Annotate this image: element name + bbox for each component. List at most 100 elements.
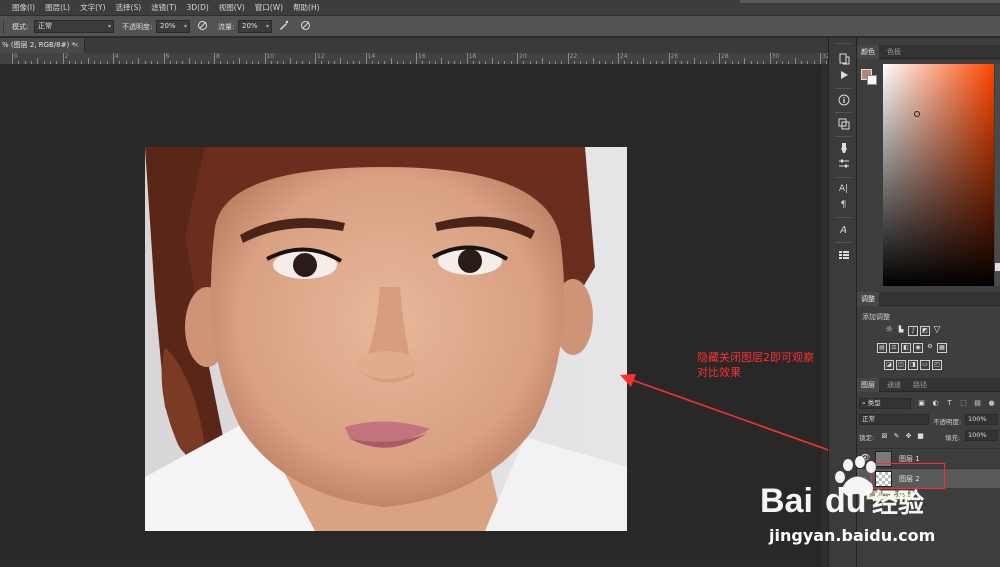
history-icon[interactable] bbox=[837, 53, 850, 66]
color-picker-circle[interactable] bbox=[914, 111, 920, 117]
flow-input[interactable]: 20% ▾ bbox=[238, 20, 272, 33]
gradient-map-icon[interactable]: ▭ bbox=[920, 360, 930, 370]
background-color-swatch[interactable] bbox=[867, 75, 877, 85]
black-white-icon[interactable]: ◧ bbox=[901, 343, 911, 353]
ruler-tick bbox=[214, 53, 215, 64]
filter-toggle-icon[interactable]: ● bbox=[988, 400, 995, 407]
watermark-brand: Bai bbox=[760, 482, 813, 520]
lock-transparent-icon[interactable]: ⊠ bbox=[881, 433, 888, 440]
ruler-tick bbox=[706, 61, 708, 64]
ruler-tick bbox=[138, 58, 140, 64]
ruler-tick bbox=[782, 61, 784, 64]
brightness-icon[interactable]: ☼ bbox=[884, 326, 894, 336]
tab-paths[interactable]: 路径 bbox=[909, 378, 931, 392]
menu-3d[interactable]: 3D(D) bbox=[182, 0, 214, 15]
adjust-sliders-icon[interactable] bbox=[837, 158, 850, 171]
ruler-tick bbox=[24, 61, 26, 64]
menu-view[interactable]: 视图(V) bbox=[214, 0, 250, 15]
chevron-down-icon: ▾ bbox=[183, 23, 187, 30]
color-picker-field[interactable] bbox=[883, 64, 994, 286]
threshold-icon[interactable]: ◨ bbox=[908, 360, 918, 370]
posterize-icon[interactable]: ◫ bbox=[896, 360, 906, 370]
filter-pixel-icon[interactable]: ▣ bbox=[918, 400, 925, 407]
ruler-tick bbox=[485, 61, 487, 64]
portrait-photo[interactable] bbox=[145, 147, 627, 531]
lock-position-icon[interactable]: ✥ bbox=[905, 433, 912, 440]
tab-adjustments[interactable]: 调整 bbox=[857, 292, 879, 306]
pressure-opacity-icon[interactable] bbox=[196, 20, 209, 33]
curves-icon[interactable]: ∫ bbox=[908, 326, 918, 336]
menu-layer[interactable]: 图层(L) bbox=[40, 0, 75, 15]
ruler-tick bbox=[498, 61, 500, 64]
layer-opacity-input[interactable]: 100% bbox=[965, 414, 998, 425]
menu-select[interactable]: 选择(S) bbox=[111, 0, 147, 15]
ruler-tick bbox=[599, 61, 601, 64]
lock-all-icon[interactable]: ■ bbox=[917, 433, 924, 440]
pressure-size-icon[interactable] bbox=[299, 20, 312, 33]
color-balance-icon[interactable]: ⚖ bbox=[889, 343, 899, 353]
lock-pixels-icon[interactable]: ✎ bbox=[893, 433, 900, 440]
ruler-tick bbox=[712, 61, 714, 64]
strip-grip[interactable] bbox=[835, 43, 851, 44]
ruler-tick bbox=[371, 61, 373, 64]
ruler-tick bbox=[422, 61, 424, 64]
layers-panel-tabs: 图层 通道 路径 bbox=[857, 378, 1000, 392]
strip-grip bbox=[835, 88, 851, 89]
mode-dropdown[interactable]: 正常 ▾ bbox=[34, 20, 114, 33]
ruler-tick bbox=[277, 61, 279, 64]
close-icon[interactable]: × bbox=[73, 38, 79, 53]
color-panel-tabs: 颜色 色板 bbox=[857, 45, 1000, 59]
levels-icon[interactable]: ▙ bbox=[896, 326, 906, 336]
ruler-tick bbox=[163, 53, 165, 64]
ruler-tick bbox=[264, 53, 266, 64]
layer-filter-dropdown[interactable]: ⌕ 类型 bbox=[859, 398, 911, 409]
airbrush-icon[interactable] bbox=[277, 20, 290, 33]
glyphs-icon[interactable]: A bbox=[837, 224, 850, 237]
color-lookup-icon[interactable]: ▦ bbox=[937, 343, 947, 353]
ruler-tick bbox=[523, 61, 525, 64]
exposure-icon[interactable]: ◩ bbox=[920, 326, 930, 336]
character-icon[interactable]: A| bbox=[837, 183, 850, 196]
play-icon[interactable] bbox=[837, 69, 850, 82]
properties-icon[interactable] bbox=[837, 249, 850, 262]
channel-mixer-icon[interactable]: ⚙ bbox=[925, 343, 935, 353]
vibrance-icon[interactable]: ▽ bbox=[932, 326, 942, 336]
ruler-tick bbox=[643, 58, 645, 64]
fill-input[interactable]: 100% bbox=[965, 430, 998, 441]
filter-adjustment-icon[interactable]: ◐ bbox=[932, 400, 939, 407]
ruler-tick bbox=[201, 61, 203, 64]
menu-window[interactable]: 窗口(W) bbox=[250, 0, 288, 15]
document-tab[interactable]: % (图层 2, RGB/8#) * × bbox=[0, 38, 85, 53]
filter-shape-icon[interactable]: ⬚ bbox=[960, 400, 967, 407]
selective-color-icon[interactable]: ◰ bbox=[932, 360, 942, 370]
menu-help[interactable]: 帮助(H) bbox=[288, 0, 325, 15]
filter-smart-object-icon[interactable]: ▤ bbox=[974, 400, 981, 407]
hue-slider[interactable] bbox=[995, 64, 1000, 286]
hue-slider-handle[interactable] bbox=[995, 263, 1000, 271]
menu-image[interactable]: 图像(I) bbox=[0, 0, 40, 15]
paragraph-icon[interactable]: ¶ bbox=[837, 199, 850, 212]
tab-channels[interactable]: 通道 bbox=[883, 378, 905, 392]
ruler-tick bbox=[12, 53, 13, 64]
hue-saturation-icon[interactable]: ▤ bbox=[877, 343, 887, 353]
ruler-tick bbox=[807, 61, 809, 64]
blend-mode-dropdown[interactable]: 正常 bbox=[859, 414, 929, 425]
baidu-watermark: Bai du 经验 bbox=[760, 456, 924, 520]
menu-type[interactable]: 文字(Y) bbox=[75, 0, 110, 15]
invert-icon[interactable]: ◪ bbox=[884, 360, 894, 370]
ruler-tick bbox=[195, 61, 197, 64]
ruler-tick bbox=[302, 61, 304, 64]
document-tab-title: % (图层 2, RGB/8#) * bbox=[2, 41, 75, 49]
menu-filter[interactable]: 滤镜(T) bbox=[146, 0, 181, 15]
clone-source-icon[interactable] bbox=[837, 118, 850, 131]
opacity-input[interactable]: 20% ▾ bbox=[156, 20, 190, 33]
info-icon[interactable] bbox=[837, 94, 850, 107]
brush-presets-icon[interactable] bbox=[837, 142, 850, 155]
tab-color[interactable]: 颜色 bbox=[857, 45, 879, 59]
ruler-tick bbox=[775, 61, 777, 64]
tab-swatches[interactable]: 色板 bbox=[883, 45, 905, 59]
filter-type-icon[interactable]: T bbox=[946, 400, 953, 407]
ruler-tick bbox=[813, 61, 815, 64]
photo-filter-icon[interactable]: ◉ bbox=[913, 343, 923, 353]
tab-layers[interactable]: 图层 bbox=[857, 378, 879, 392]
